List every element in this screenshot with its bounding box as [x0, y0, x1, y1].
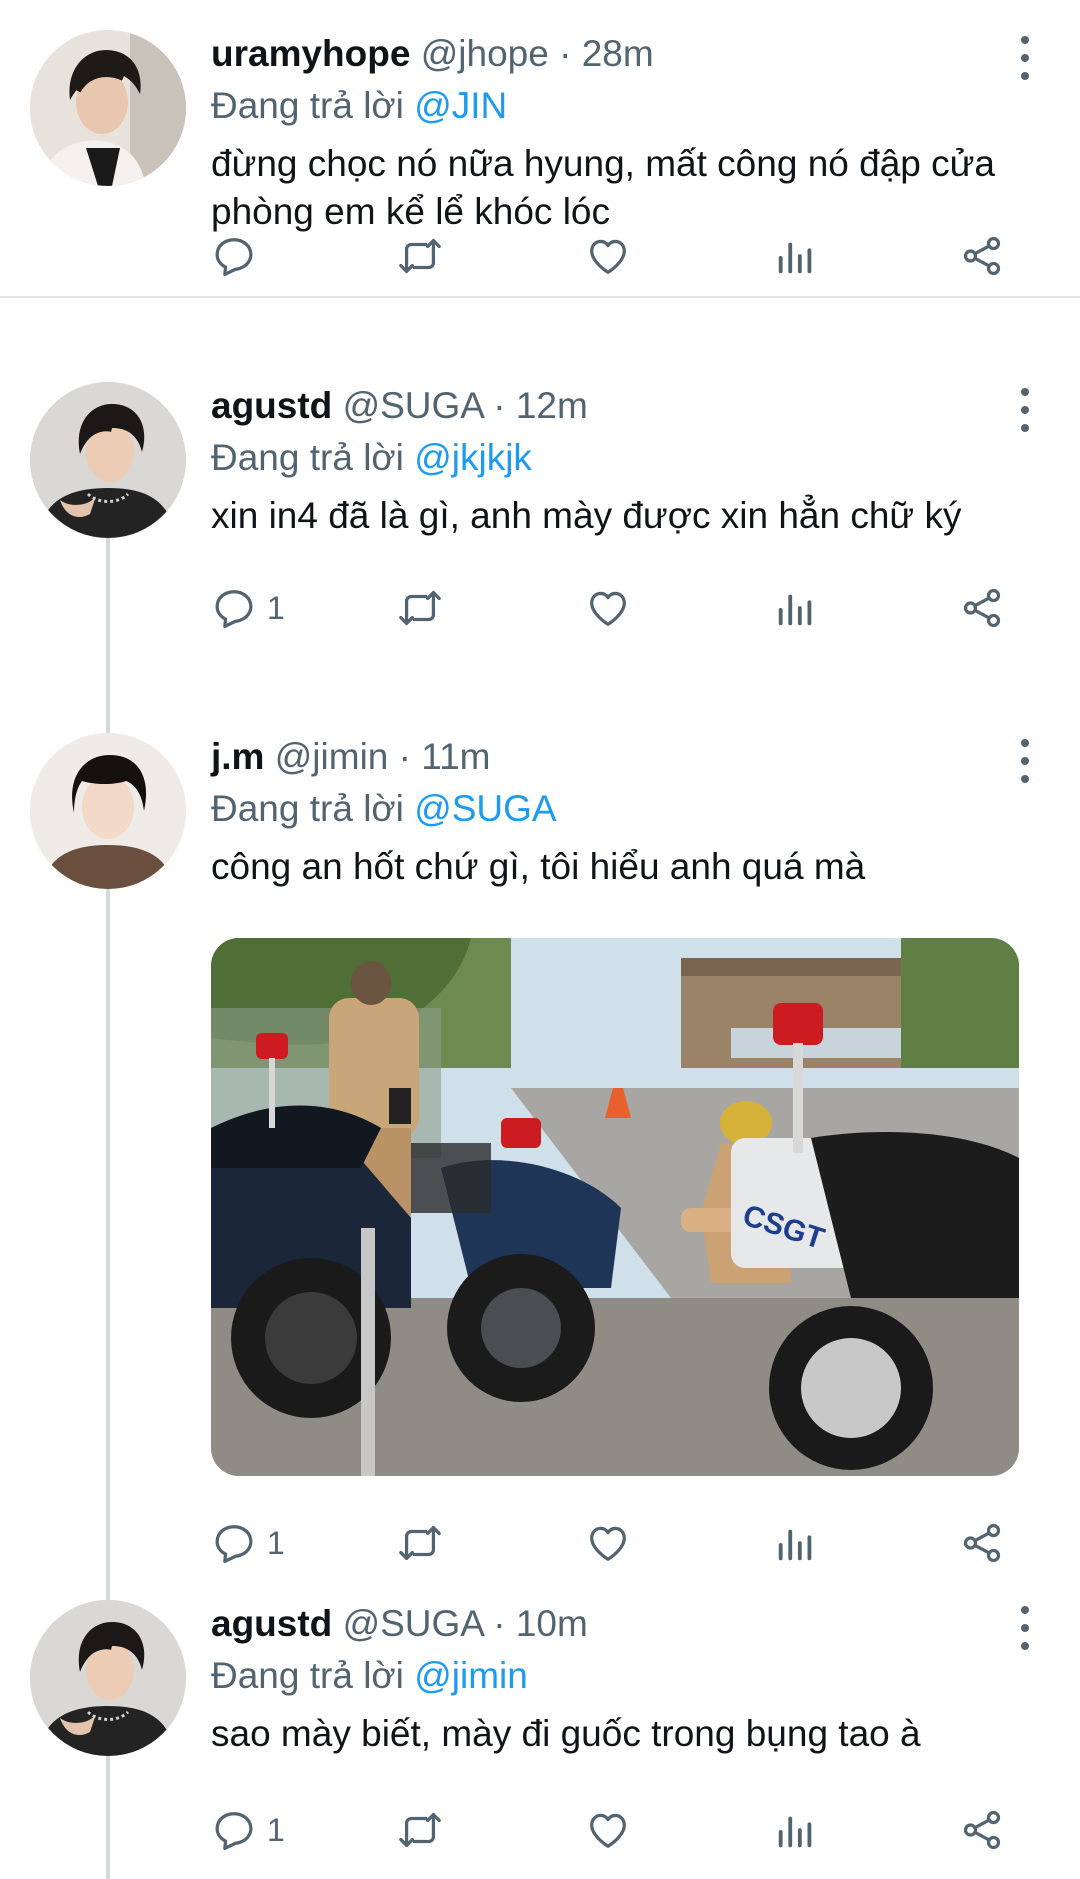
views-button[interactable] — [773, 582, 819, 634]
separator-dot: · — [398, 736, 411, 777]
separator-dot: · — [559, 33, 572, 74]
tweet-actions: 1 — [211, 1517, 1011, 1569]
like-button[interactable] — [585, 582, 631, 634]
retweet-button[interactable] — [397, 230, 443, 282]
reply-button[interactable] — [211, 230, 267, 282]
views-icon — [773, 1807, 819, 1853]
more-options-icon[interactable] — [1010, 36, 1040, 80]
retweet-button[interactable] — [397, 1804, 443, 1856]
replying-to: Đang trả lời @JIN — [211, 82, 1040, 130]
reply-button[interactable]: 1 — [211, 1804, 285, 1856]
replying-to: Đang trả lời @jimin — [211, 1652, 1040, 1700]
tweet-divider — [0, 296, 1080, 298]
display-name[interactable]: j.m — [211, 736, 264, 777]
reply-icon — [211, 1520, 257, 1566]
views-icon — [773, 585, 819, 631]
retweet-icon — [397, 1807, 443, 1853]
tweet-text: đừng chọc nó nữa hyung, mất công nó đập … — [211, 143, 995, 232]
views-icon — [773, 233, 819, 279]
avatar[interactable] — [30, 733, 186, 889]
reply-count: 1 — [267, 1524, 285, 1561]
views-icon — [773, 1520, 819, 1566]
display-name[interactable]: agustd — [211, 385, 332, 426]
tweet-actions — [211, 230, 1011, 282]
share-button[interactable] — [959, 1517, 1005, 1569]
reply-prefix: Đang trả lời — [211, 788, 404, 829]
retweet-button[interactable] — [397, 582, 443, 634]
reply-button[interactable]: 1 — [211, 1517, 285, 1569]
views-button[interactable] — [773, 1517, 819, 1569]
share-icon — [959, 233, 1005, 279]
like-icon — [585, 1807, 631, 1853]
avatar[interactable] — [30, 382, 186, 538]
tweet[interactable]: agustd @SUGA · 12m Đang trả lời @jkjkjk … — [0, 382, 1080, 682]
views-button[interactable] — [773, 1804, 819, 1856]
tweet-actions: 1 — [211, 1804, 1011, 1856]
separator-dot: · — [493, 385, 506, 426]
reply-button[interactable]: 1 — [211, 582, 285, 634]
more-options-icon[interactable] — [1010, 739, 1040, 783]
retweet-button[interactable] — [397, 1517, 443, 1569]
retweet-icon — [397, 585, 443, 631]
replying-to: Đang trả lời @SUGA — [211, 785, 1040, 833]
like-button[interactable] — [585, 1804, 631, 1856]
like-icon — [585, 233, 631, 279]
share-icon — [959, 585, 1005, 631]
tweet[interactable]: agustd @SUGA · 10m Đang trả lời @jimin s… — [0, 1600, 1080, 1879]
tweet-text: sao mày biết, mày đi guốc trong bụng tao… — [211, 1713, 921, 1754]
tweet[interactable]: j.m @jimin · 11m Đang trả lời @SUGA công… — [0, 733, 1080, 1593]
share-icon — [959, 1807, 1005, 1853]
timestamp[interactable]: 11m — [421, 736, 490, 777]
reply-mention[interactable]: @jkjkjk — [414, 437, 532, 478]
display-name[interactable]: uramyhope — [211, 33, 410, 74]
reply-prefix: Đang trả lời — [211, 437, 404, 478]
share-button[interactable] — [959, 582, 1005, 634]
more-options-icon[interactable] — [1010, 388, 1040, 432]
display-name[interactable]: agustd — [211, 1603, 332, 1644]
timestamp[interactable]: 28m — [582, 33, 654, 74]
tweet-text: xin in4 đã là gì, anh mày được xin hẳn c… — [211, 495, 962, 536]
views-button[interactable] — [773, 230, 819, 282]
reply-mention[interactable]: @jimin — [414, 1655, 528, 1696]
timestamp[interactable]: 10m — [516, 1603, 588, 1644]
tweet-actions: 1 — [211, 582, 1011, 634]
reply-mention[interactable]: @JIN — [414, 85, 507, 126]
user-handle[interactable]: @jimin — [275, 736, 389, 777]
tweet-photo[interactable]: CSGT — [211, 938, 1019, 1476]
reply-prefix: Đang trả lời — [211, 1655, 404, 1696]
separator-dot: · — [493, 1603, 506, 1644]
share-button[interactable] — [959, 230, 1005, 282]
user-handle[interactable]: @SUGA — [343, 1603, 483, 1644]
like-icon — [585, 1520, 631, 1566]
like-button[interactable] — [585, 1517, 631, 1569]
avatar[interactable] — [30, 30, 186, 186]
user-handle[interactable]: @SUGA — [343, 385, 483, 426]
share-icon — [959, 1520, 1005, 1566]
tweet[interactable]: uramyhope @jhope · 28m Đang trả lời @JIN… — [0, 30, 1080, 296]
share-button[interactable] — [959, 1804, 1005, 1856]
reply-mention[interactable]: @SUGA — [414, 788, 556, 829]
reply-prefix: Đang trả lời — [211, 85, 404, 126]
like-icon — [585, 585, 631, 631]
tweet-text: công an hốt chứ gì, tôi hiểu anh quá mà — [211, 846, 866, 887]
timestamp[interactable]: 12m — [516, 385, 588, 426]
retweet-icon — [397, 1520, 443, 1566]
reply-count: 1 — [267, 589, 285, 626]
reply-icon — [211, 233, 257, 279]
retweet-icon — [397, 233, 443, 279]
user-handle[interactable]: @jhope — [421, 33, 549, 74]
reply-count: 1 — [267, 1811, 285, 1848]
avatar[interactable] — [30, 1600, 186, 1756]
reply-icon — [211, 1807, 257, 1853]
like-button[interactable] — [585, 230, 631, 282]
reply-icon — [211, 585, 257, 631]
more-options-icon[interactable] — [1010, 1606, 1040, 1650]
replying-to: Đang trả lời @jkjkjk — [211, 434, 1040, 482]
